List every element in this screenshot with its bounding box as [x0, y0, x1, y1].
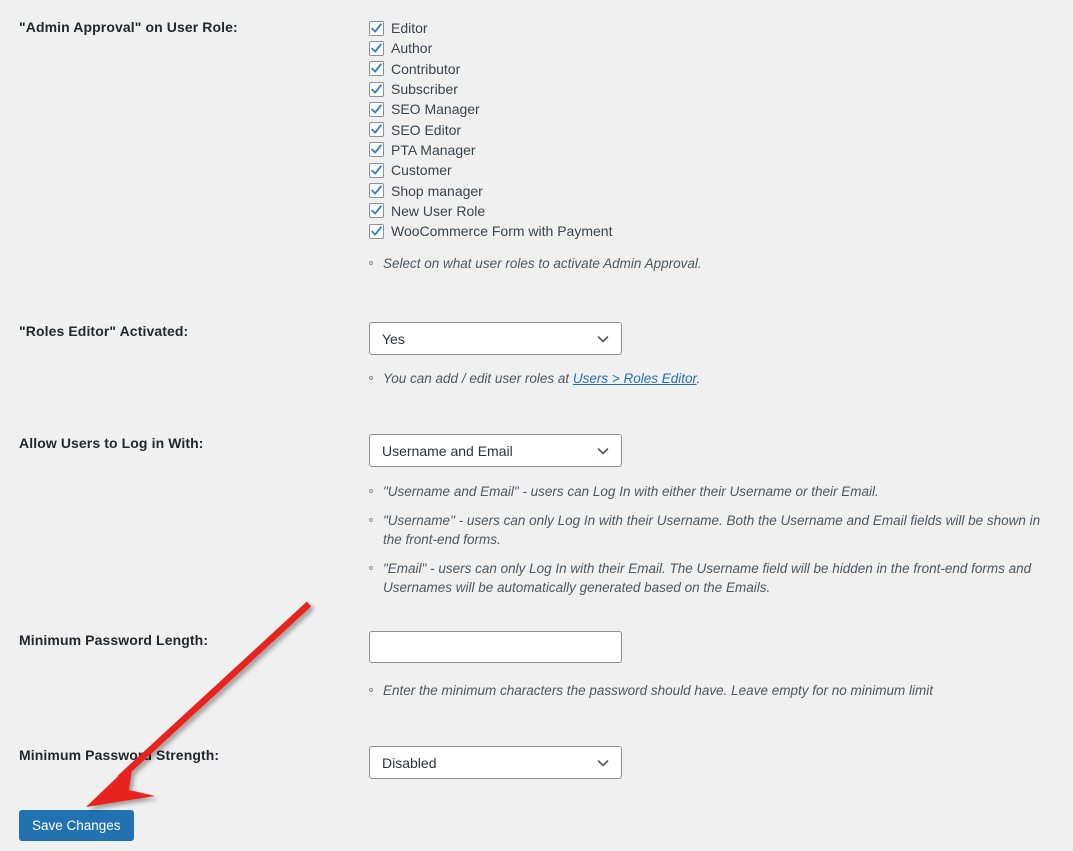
min-password-length-label: Minimum Password Length:	[19, 632, 209, 648]
chevron-down-icon	[596, 756, 610, 770]
checkbox-checked-icon[interactable]	[369, 40, 384, 56]
checkbox-checked-icon[interactable]	[369, 162, 384, 178]
role-checkbox-list: Editor Author Contributor Subscriber SEO Man…	[369, 18, 1059, 241]
role-checkbox-item[interactable]: Contributor	[369, 59, 1059, 79]
save-changes-button[interactable]: Save Changes	[19, 810, 134, 841]
role-checkbox-label: Author	[391, 40, 433, 57]
checkbox-checked-icon[interactable]	[369, 122, 384, 138]
role-checkbox-item[interactable]: SEO Manager	[369, 99, 1059, 119]
role-checkbox-item[interactable]: PTA Manager	[369, 140, 1059, 160]
role-checkbox-label: WooCommerce Form with Payment	[391, 223, 613, 240]
checkbox-checked-icon[interactable]	[369, 61, 384, 77]
role-checkbox-item[interactable]: Customer	[369, 160, 1059, 180]
role-checkbox-item[interactable]: Editor	[369, 18, 1059, 38]
role-checkbox-label: Contributor	[391, 60, 461, 77]
role-checkbox-item[interactable]: Author	[369, 38, 1059, 58]
roles-editor-field: Yes You can add / edit user roles at Use…	[369, 322, 1059, 398]
login-with-select[interactable]: Username and Email	[369, 434, 622, 467]
role-checkbox-item[interactable]: New User Role	[369, 201, 1059, 221]
roles-editor-description-prefix: You can add / edit user roles at	[383, 371, 573, 386]
login-with-field: Username and Email "Username and Email" …	[369, 434, 1059, 607]
roles-editor-select-value: Yes	[382, 330, 405, 347]
checkbox-checked-icon[interactable]	[369, 142, 384, 158]
login-with-description: "Username" - users can only Log In with …	[369, 511, 1059, 550]
checkbox-checked-icon[interactable]	[369, 101, 384, 117]
role-checkbox-item[interactable]: Subscriber	[369, 79, 1059, 99]
roles-editor-description-suffix: .	[696, 371, 701, 386]
role-checkbox-label: New User Role	[391, 202, 486, 219]
role-checkbox-label: SEO Editor	[391, 121, 462, 138]
roles-editor-label: "Roles Editor" Activated:	[19, 323, 189, 339]
role-checkbox-label: PTA Manager	[391, 141, 476, 158]
role-checkbox-label: SEO Manager	[391, 101, 480, 118]
chevron-down-icon	[596, 332, 610, 346]
login-with-description: "Email" - users can only Log In with the…	[369, 559, 1059, 598]
admin-approval-field: Editor Author Contributor Subscriber SEO Man…	[369, 18, 1059, 283]
roles-editor-description: You can add / edit user roles at Users >…	[369, 369, 1059, 389]
min-password-strength-select[interactable]: Disabled	[369, 746, 622, 779]
checkbox-checked-icon[interactable]	[369, 203, 384, 219]
min-password-strength-field: Disabled	[369, 746, 1059, 779]
login-with-label: Allow Users to Log in With:	[19, 435, 204, 451]
checkbox-checked-icon[interactable]	[369, 183, 384, 199]
min-password-length-description: Enter the minimum characters the passwor…	[369, 681, 1059, 701]
roles-editor-link[interactable]: Users > Roles Editor	[573, 371, 697, 386]
login-with-description-list: "Username and Email" - users can Log In …	[369, 482, 1059, 598]
role-checkbox-label: Editor	[391, 20, 428, 37]
min-password-strength-select-value: Disabled	[382, 754, 437, 771]
min-password-strength-label: Minimum Password Strength:	[19, 747, 220, 763]
login-with-description: "Username and Email" - users can Log In …	[369, 482, 1059, 502]
chevron-down-icon	[596, 444, 610, 458]
admin-approval-label: "Admin Approval" on User Role:	[19, 19, 238, 35]
login-with-select-value: Username and Email	[382, 442, 513, 459]
checkbox-checked-icon[interactable]	[369, 20, 384, 36]
role-checkbox-item[interactable]: WooCommerce Form with Payment	[369, 221, 1059, 241]
admin-approval-description: Select on what user roles to activate Ad…	[369, 254, 1059, 274]
role-checkbox-item[interactable]: SEO Editor	[369, 119, 1059, 139]
role-checkbox-label: Subscriber	[391, 81, 458, 98]
min-password-length-input[interactable]	[369, 631, 622, 663]
role-checkbox-item[interactable]: Shop manager	[369, 180, 1059, 200]
min-password-length-field: Enter the minimum characters the passwor…	[369, 631, 1059, 710]
roles-editor-select[interactable]: Yes	[369, 322, 622, 355]
role-checkbox-label: Customer	[391, 162, 452, 179]
checkbox-checked-icon[interactable]	[369, 81, 384, 97]
settings-page: "Admin Approval" on User Role: Editor Aut…	[0, 0, 1073, 851]
role-checkbox-label: Shop manager	[391, 182, 483, 199]
checkbox-checked-icon[interactable]	[369, 223, 384, 239]
